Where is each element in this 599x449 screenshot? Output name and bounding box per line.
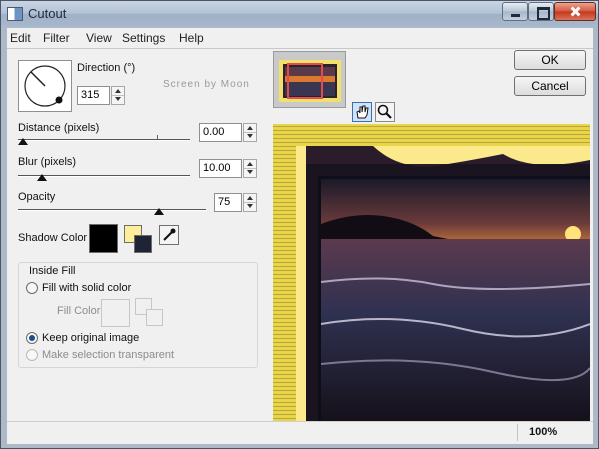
menu-edit[interactable]: Edit — [10, 31, 31, 45]
menu-help[interactable]: Help — [179, 31, 204, 45]
opacity-spinner[interactable] — [243, 193, 257, 212]
keep-original-radio[interactable] — [26, 332, 38, 344]
make-transparent-label: Make selection transparent — [42, 349, 175, 361]
distance-input[interactable]: 0.00 — [199, 123, 242, 142]
opacity-slider-thumb[interactable] — [154, 208, 164, 215]
preview-pane[interactable] — [273, 124, 590, 426]
minimize-button[interactable] — [502, 2, 528, 21]
keep-original-label[interactable]: Keep original image — [42, 332, 139, 344]
menu-view[interactable]: View — [86, 31, 112, 45]
direction-spinner[interactable] — [111, 86, 125, 105]
fill-color-swatch — [101, 299, 130, 327]
opacity-input[interactable]: 75 — [214, 193, 242, 212]
title-bar[interactable]: Cutout — [1, 1, 598, 28]
eyedropper-button[interactable] — [159, 225, 179, 245]
material-bg-swatch[interactable] — [134, 235, 152, 253]
dialog-client-area: Edit Filter View Settings Help Direction… — [7, 28, 593, 444]
zoom-tool-button[interactable] — [375, 102, 395, 122]
cutout-dialog: Cutout Edit Filter View Settings Help Di… — [0, 0, 599, 449]
opacity-slider-track[interactable] — [18, 209, 206, 211]
window-icon — [7, 7, 23, 21]
zoom-level: 100% — [529, 426, 558, 438]
pan-hand-icon — [356, 105, 369, 119]
distance-slider-thumb[interactable] — [18, 138, 29, 145]
menu-filter[interactable]: Filter — [43, 31, 70, 45]
inside-fill-group-label: Inside Fill — [27, 265, 78, 277]
distance-spinner[interactable] — [243, 123, 257, 142]
status-bar: 100% — [7, 421, 593, 443]
window-title: Cutout — [28, 6, 67, 21]
distance-label: Distance (pixels) — [18, 122, 100, 134]
thumbnail-graphic — [279, 60, 341, 102]
blur-input[interactable]: 10.00 — [199, 159, 242, 178]
ok-button[interactable]: OK — [514, 50, 586, 70]
direction-dial[interactable] — [18, 60, 72, 112]
menu-settings[interactable]: Settings — [122, 31, 165, 45]
fill-solid-radio[interactable] — [26, 282, 38, 294]
maximize-button[interactable] — [528, 2, 554, 21]
watermark-text: Screen by Moon — [163, 79, 250, 90]
fill-solid-label[interactable]: Fill with solid color — [42, 282, 131, 294]
dial-graphic — [24, 65, 66, 107]
status-divider — [517, 424, 518, 441]
eyedropper-icon — [163, 228, 176, 241]
blur-slider-thumb[interactable] — [37, 174, 48, 181]
shadow-color-label: Shadow Color — [18, 232, 88, 244]
blur-spinner[interactable] — [243, 159, 257, 178]
direction-label: Direction (°) — [77, 62, 136, 74]
fill-bg-swatch-disabled — [146, 309, 163, 326]
zoom-magnifier-icon — [377, 104, 392, 119]
direction-input[interactable]: 315 — [77, 86, 110, 105]
shadow-color-swatch[interactable] — [89, 224, 118, 253]
make-transparent-radio — [26, 349, 38, 361]
opacity-label: Opacity — [18, 191, 56, 203]
distance-tick — [157, 135, 158, 139]
menu-bar: Edit Filter View Settings Help — [7, 28, 593, 48]
navigator-thumbnail[interactable] — [273, 51, 346, 108]
close-button[interactable] — [554, 2, 596, 21]
distance-slider-track[interactable] — [18, 139, 190, 141]
menu-divider — [7, 48, 593, 49]
blur-label: Blur (pixels) — [18, 156, 77, 168]
preview-image — [273, 124, 590, 426]
fill-color-label: Fill Color — [57, 305, 101, 317]
cancel-button[interactable]: Cancel — [514, 76, 586, 96]
pan-tool-button[interactable] — [352, 102, 372, 122]
